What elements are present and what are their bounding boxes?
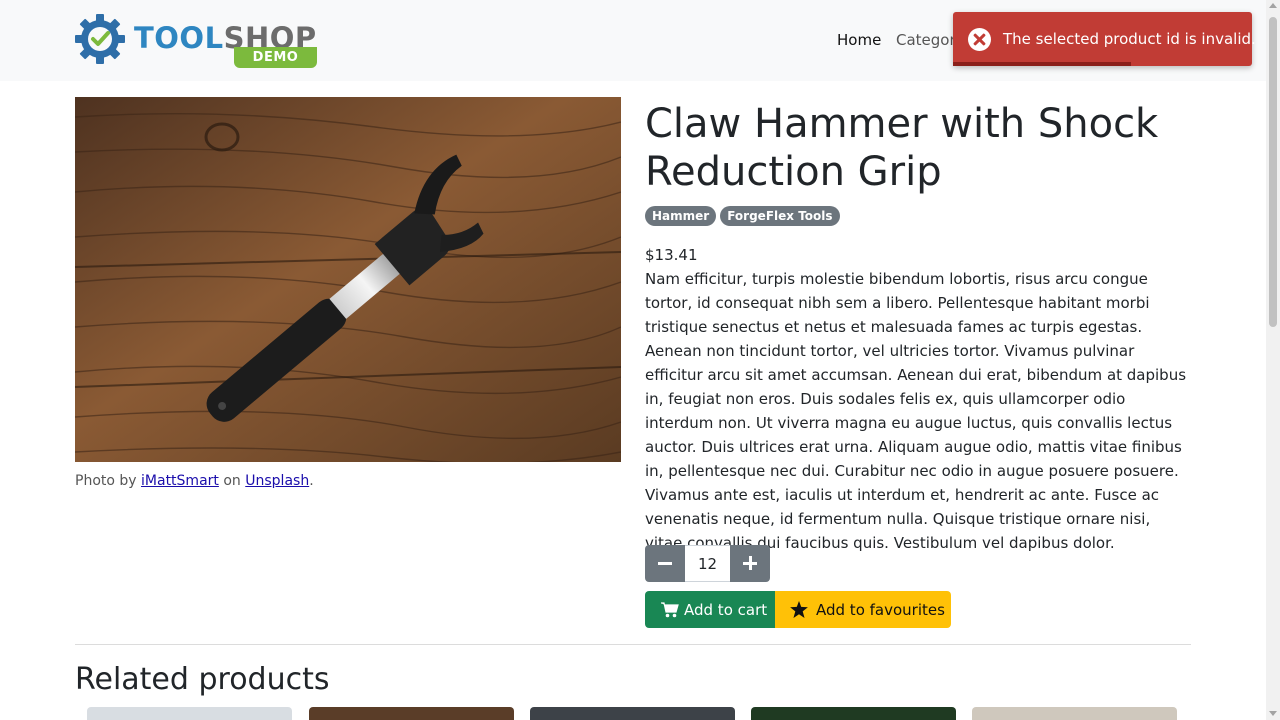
related-product-card[interactable] <box>972 707 1177 720</box>
product-image <box>75 97 621 462</box>
nav-categories[interactable]: Categor <box>896 31 956 49</box>
brand-badge: ForgeFlex Tools <box>720 206 840 226</box>
add-to-cart-label: Add to cart <box>684 600 768 619</box>
related-product-card[interactable] <box>309 707 514 720</box>
add-to-favourites-label: Add to favourites <box>816 600 945 619</box>
quantity-stepper <box>645 545 770 582</box>
scroll-up-arrow-icon[interactable] <box>1269 3 1277 8</box>
brand-logo[interactable]: TOOLSHOP DEMO <box>74 13 322 69</box>
brand-demo-tag: DEMO <box>234 47 317 68</box>
photographer-link[interactable]: iMattSmart <box>141 473 219 489</box>
increase-quantity-button[interactable] <box>730 545 770 582</box>
unsplash-link[interactable]: Unsplash <box>245 473 309 489</box>
product-title: Claw Hammer with Shock Reduction Grip <box>645 101 1159 195</box>
product-price: $13.41 <box>645 246 698 264</box>
add-to-cart-button[interactable]: Add to cart <box>645 591 775 628</box>
star-icon <box>790 601 808 618</box>
product-badges: Hammer ForgeFlex Tools <box>645 206 840 226</box>
error-toast[interactable]: The selected product id is invalid. <box>953 12 1256 66</box>
related-products-heading: Related products <box>75 662 330 697</box>
product-description: Nam efficitur, turpis molestie bibendum … <box>645 270 1187 552</box>
category-badge: Hammer <box>645 206 717 226</box>
section-divider <box>75 644 1191 645</box>
gear-check-icon <box>75 14 125 64</box>
cart-icon <box>661 601 679 617</box>
quantity-input[interactable] <box>685 545 730 582</box>
nav-home[interactable]: Home <box>837 31 881 49</box>
scroll-thumb[interactable] <box>1269 17 1277 327</box>
toast-message: The selected product id is invalid. <box>1003 30 1256 48</box>
error-x-icon <box>968 28 991 51</box>
add-to-favourites-button[interactable]: Add to favourites <box>775 591 951 628</box>
scroll-down-arrow-icon[interactable] <box>1269 711 1277 716</box>
toast-progress-bar <box>953 62 1131 66</box>
decrease-quantity-button[interactable] <box>645 545 685 582</box>
hammer-photo <box>75 97 621 462</box>
related-product-card[interactable] <box>530 707 735 720</box>
related-product-card[interactable] <box>751 707 956 720</box>
page-scrollbar[interactable] <box>1266 0 1280 720</box>
related-product-card[interactable] <box>87 707 292 720</box>
product-actions: Add to cart Add to favourites <box>645 591 951 628</box>
photo-caption: Photo by iMattSmart on Unsplash. <box>75 473 314 489</box>
